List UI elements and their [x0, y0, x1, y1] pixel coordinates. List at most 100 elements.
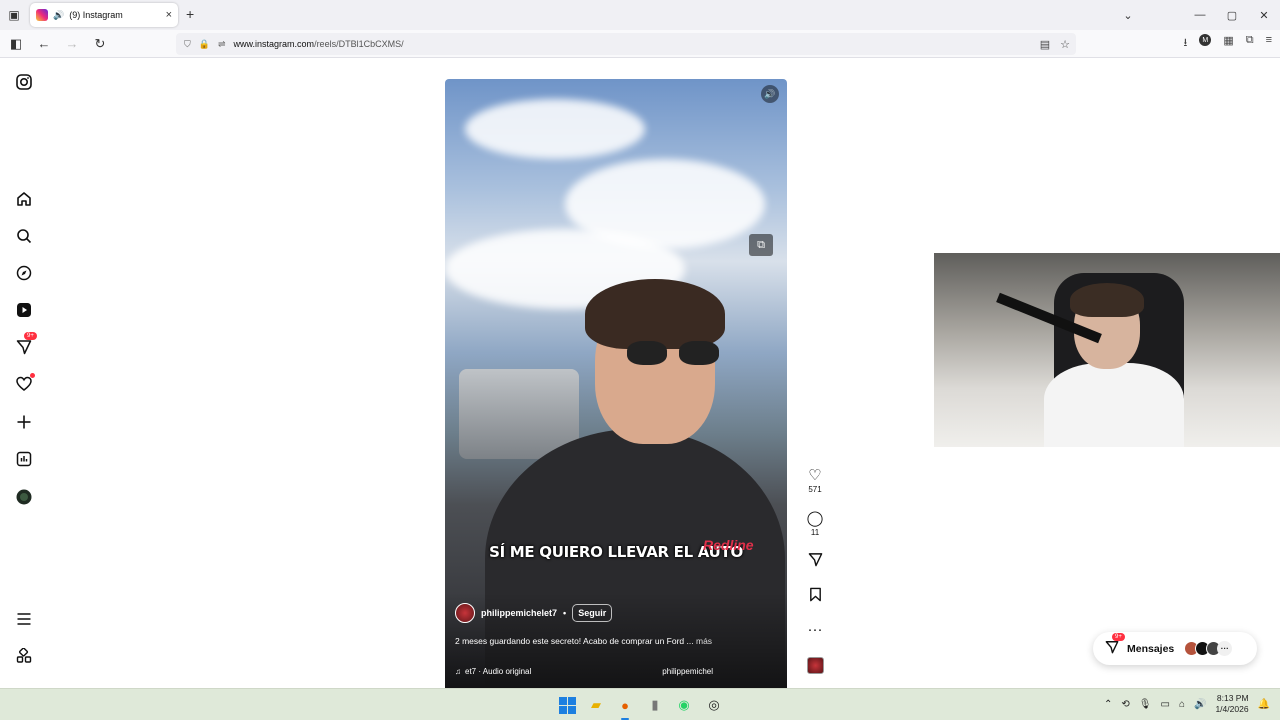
url-text[interactable]: www.instagram.com/reels/DTBl1CbCXMS/: [234, 39, 404, 49]
messages-label: Mensajes: [1127, 642, 1175, 655]
minimize-button[interactable]: —: [1184, 9, 1216, 21]
tray-display-icon[interactable]: ▭: [1161, 699, 1170, 710]
home-icon[interactable]: [15, 190, 33, 208]
windows-taskbar: ▰ ● ▮ ◉ ◎ ⌃ ⟲ 🎙 ▭ ⌂ 🔊 8:13 PM 1/4/2026 🔔: [0, 688, 1280, 720]
downloads-icon[interactable]: ⭳: [1183, 34, 1187, 53]
microphone-app-icon[interactable]: ▮: [646, 696, 664, 714]
url-path: /reels/DTBl1CbCXMS/: [314, 39, 404, 49]
picture-in-picture-icon[interactable]: ⧉: [749, 234, 773, 256]
instagram-sidebar: 9+: [0, 58, 48, 688]
file-explorer-icon[interactable]: ▰: [587, 696, 605, 714]
author-avatar[interactable]: [455, 603, 475, 623]
explore-icon[interactable]: [15, 264, 33, 282]
messages-pill[interactable]: 9+ Mensajes ···: [1093, 632, 1257, 665]
search-icon[interactable]: [15, 227, 33, 245]
whatsapp-icon[interactable]: ◉: [675, 696, 693, 714]
profile-icon[interactable]: [15, 488, 33, 506]
person-hair: [585, 279, 725, 349]
instagram-favicon-icon: [36, 9, 48, 21]
extensions-puzzle-icon[interactable]: ⧉: [1246, 34, 1254, 53]
sunglasses: [627, 341, 719, 365]
url-bar[interactable]: ⛉ 🔒 ⇌ www.instagram.com/reels/DTBl1CbCXM…: [176, 33, 1076, 55]
caption-more-link[interactable]: más: [696, 636, 712, 646]
dashboard-icon[interactable]: [15, 450, 33, 468]
network-icon[interactable]: ⌂: [1179, 699, 1185, 710]
tab-title: (9) Instagram: [69, 10, 123, 20]
reel-video[interactable]: 🔊 ⧉ SÍ ME QUIERO LLEVAR EL AUTO Redline …: [445, 79, 787, 688]
notifications-bell-icon[interactable]: 🔔: [1258, 699, 1270, 710]
page-permissions-icon[interactable]: ⇌: [218, 39, 226, 50]
streamer: [1044, 283, 1184, 447]
sidebar-toggle-icon[interactable]: ◧: [4, 32, 28, 56]
like-count: 571: [808, 485, 822, 494]
extension-icon[interactable]: ▦: [1223, 34, 1233, 53]
comment-count: 11: [810, 528, 820, 537]
audio-thumbnail[interactable]: [807, 657, 824, 674]
more-options-action[interactable]: ···: [803, 621, 827, 638]
volume-icon[interactable]: 🔊: [1194, 699, 1206, 710]
webcam-overlay: [934, 253, 1280, 447]
obs-icon[interactable]: ◎: [705, 696, 723, 714]
share-action[interactable]: [803, 552, 827, 571]
list-all-tabs-icon[interactable]: ⌄: [1112, 9, 1144, 22]
tab-audio-icon[interactable]: 🔊: [53, 10, 64, 21]
separator-dot: •: [563, 608, 567, 618]
windows-start-icon[interactable]: [558, 696, 576, 714]
music-note-icon: ♫: [455, 666, 461, 676]
reel-caption[interactable]: 2 meses guardando este secreto! Acabo de…: [455, 636, 775, 646]
browser-toolbar-right: ⭳ M ▦ ⧉ ≡: [1183, 34, 1272, 53]
reels-icon[interactable]: [15, 301, 33, 319]
more-avatars-icon: ···: [1217, 641, 1233, 656]
audio-link[interactable]: et7 · Audio original: [465, 667, 531, 676]
account-avatar[interactable]: M: [1199, 34, 1212, 46]
browser-tab-instagram[interactable]: 🔊 (9) Instagram ×: [30, 3, 178, 27]
follow-button[interactable]: Seguir: [572, 604, 613, 622]
create-icon[interactable]: [15, 413, 33, 431]
tray-overflow-icon[interactable]: ⌃: [1104, 699, 1112, 710]
forward-button[interactable]: →: [60, 32, 84, 56]
more-options-icon[interactable]: ···: [803, 621, 827, 638]
tray-mic-icon[interactable]: 🎙: [1139, 699, 1152, 710]
reload-button[interactable]: ↻: [88, 32, 112, 56]
meta-apps-icon[interactable]: [15, 647, 33, 665]
caption-text: 2 meses guardando este secreto! Acabo de…: [455, 636, 694, 646]
tracking-shield-icon[interactable]: ⛉: [184, 39, 191, 50]
maximize-button[interactable]: ▢: [1216, 9, 1248, 22]
browser-nav-bar: ◧ ← → ↻ ⛉ 🔒 ⇌ www.instagram.com/reels/DT…: [0, 30, 1280, 58]
author-username[interactable]: philippemichelet7: [481, 608, 557, 618]
like-action[interactable]: ♡ 571: [803, 466, 827, 494]
url-domain: www.instagram.com: [233, 39, 315, 49]
comment-action[interactable]: ◯ 11: [803, 509, 827, 537]
bookmark-icon[interactable]: [803, 587, 827, 606]
reel-author-row: philippemichelet7 • Seguir: [455, 603, 613, 623]
notifications-icon[interactable]: [15, 373, 35, 393]
back-button[interactable]: ←: [32, 32, 56, 56]
new-tab-button[interactable]: +: [186, 6, 194, 22]
comment-icon[interactable]: ◯: [803, 509, 827, 527]
app-menu-icon[interactable]: ≡: [1266, 34, 1272, 53]
sound-toggle-icon[interactable]: 🔊: [761, 85, 779, 103]
messages-badge: 9+: [24, 332, 37, 340]
share-icon[interactable]: [803, 552, 827, 571]
taskbar-clock[interactable]: 8:13 PM 1/4/2026: [1215, 693, 1248, 715]
window-controls: ⌄ — ▢ ✕: [1112, 0, 1280, 30]
messages-icon[interactable]: 9+: [15, 332, 37, 356]
tab-overview-icon[interactable]: ▣: [0, 0, 28, 30]
reel-audio-row: ♫ et7 · Audio original philippemichel: [455, 662, 777, 680]
more-menu-icon[interactable]: [15, 610, 33, 628]
heart-icon[interactable]: ♡: [803, 466, 827, 484]
clock-time: 8:13 PM: [1216, 693, 1249, 703]
instagram-logo-icon[interactable]: [15, 73, 33, 91]
lock-icon[interactable]: 🔒: [199, 39, 210, 50]
reader-view-icon[interactable]: ▤: [1040, 38, 1050, 51]
messages-send-icon: 9+: [1105, 633, 1125, 657]
bookmark-star-icon[interactable]: ☆: [1060, 38, 1070, 51]
tab-close-icon[interactable]: ×: [166, 9, 172, 21]
browser-tab-bar: ▣ 🔊 (9) Instagram × + ⌄ — ▢ ✕: [0, 0, 1280, 30]
firefox-icon[interactable]: ●: [616, 696, 634, 720]
tagged-user-link[interactable]: philippemichel: [662, 667, 713, 676]
save-action[interactable]: [803, 587, 827, 606]
cloud: [465, 99, 645, 159]
close-window-button[interactable]: ✕: [1248, 9, 1280, 22]
tray-app-icon[interactable]: ⟲: [1121, 699, 1129, 710]
